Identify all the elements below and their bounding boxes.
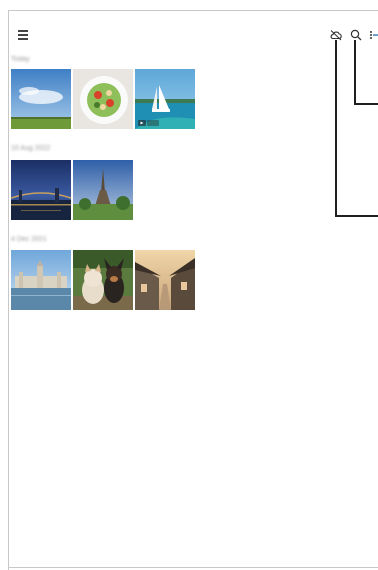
hamburger-menu-icon[interactable]	[18, 30, 28, 40]
window-left-border	[8, 10, 9, 570]
photo-city-bridge-dusk[interactable]	[11, 160, 71, 220]
callout-line-cloud-vertical	[335, 40, 337, 216]
photo-sky-over-field[interactable]	[11, 69, 71, 129]
callout-line-search-vertical	[354, 40, 356, 104]
more-options-icon[interactable]	[369, 28, 378, 42]
photo-cat-and-dog[interactable]	[73, 250, 133, 310]
window-top-border	[8, 10, 378, 11]
photo-river-city-skyline[interactable]	[11, 250, 71, 310]
video-sailboat[interactable]	[135, 69, 195, 129]
date-header-2: 10 Aug 2022	[11, 145, 51, 152]
photo-eiffel-tower[interactable]	[73, 160, 133, 220]
callout-line-search-horizontal	[354, 103, 378, 105]
window-bottom-border	[8, 567, 378, 568]
search-icon[interactable]	[349, 28, 363, 42]
photo-village-street[interactable]	[135, 250, 195, 310]
date-header-today: Today	[11, 56, 30, 63]
photo-salad-bowl[interactable]	[73, 69, 133, 129]
callout-line-cloud-horizontal	[335, 215, 378, 217]
date-header-3: 4 Dec 2021	[11, 236, 47, 243]
